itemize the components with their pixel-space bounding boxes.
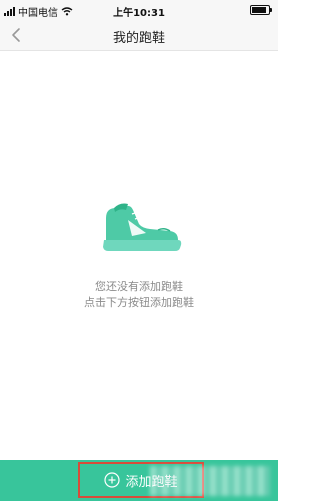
running-shoe-icon: [98, 200, 184, 255]
nav-bar: 我的跑鞋: [0, 20, 278, 51]
plus-circle-icon: [104, 472, 121, 488]
empty-hint: 点击下方按钮添加跑鞋: [84, 296, 194, 309]
status-time: 上午10:31: [113, 8, 165, 19]
empty-message: 您还没有添加跑鞋: [95, 280, 183, 293]
page-title: 我的跑鞋: [112, 31, 165, 46]
status-bar: 中国电信 上午10:31: [0, 0, 278, 20]
watermark-blur: [150, 466, 270, 496]
bottom-bar: 添加跑鞋: [0, 460, 278, 501]
battery-icon: [250, 5, 272, 15]
